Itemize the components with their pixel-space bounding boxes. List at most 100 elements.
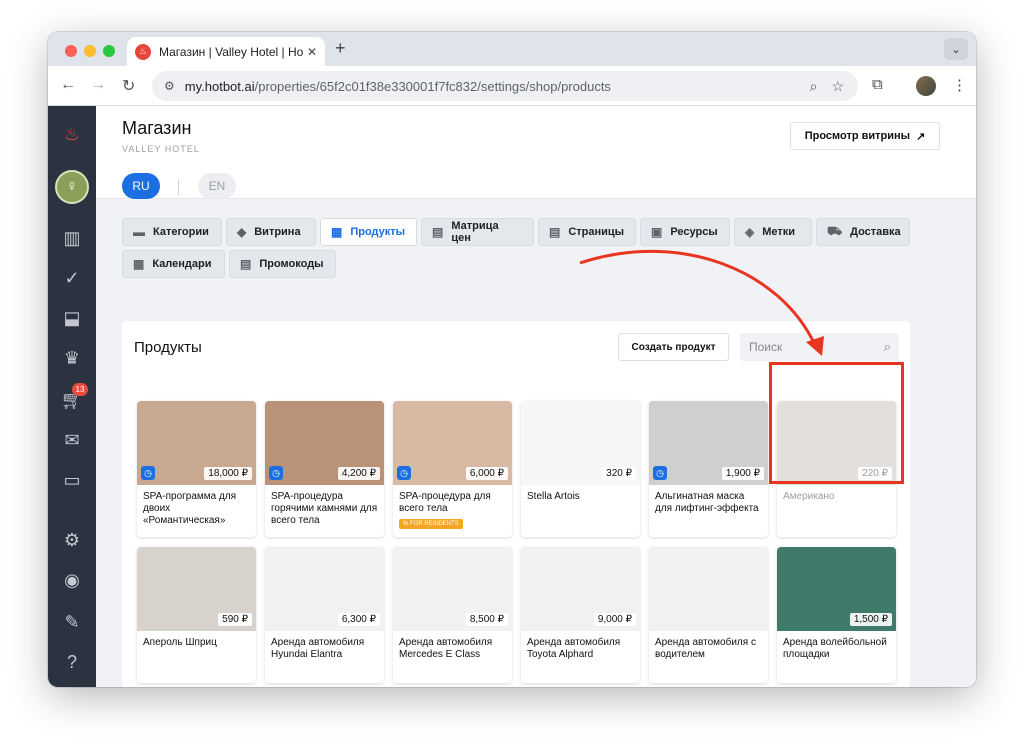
create-product-button[interactable]: Создать продукт	[618, 333, 729, 361]
lang-divider	[178, 179, 179, 195]
close-window-button[interactable]	[65, 45, 77, 57]
tab-label: Промокоды	[259, 258, 324, 270]
help-icon[interactable]: ?	[60, 650, 84, 674]
bookmark-star-icon[interactable]: ☆	[831, 78, 844, 95]
tab-promocodes[interactable]: ▤ Промокоды	[229, 250, 336, 278]
close-tab-icon[interactable]: ✕	[307, 45, 317, 59]
maximize-window-button[interactable]	[103, 45, 115, 57]
product-card[interactable]: Аренда автомобиля с водителем	[649, 547, 768, 683]
user-icon[interactable]: ◉	[60, 568, 84, 592]
tag-icon: ◈	[745, 225, 755, 239]
address-bar[interactable]: ⚙ my.hotbot.ai/properties/65f2c01f38e330…	[152, 71, 858, 101]
product-name: Stella Artois	[527, 491, 580, 502]
product-name: Аренда автомобиля Toyota Alphard	[527, 637, 621, 660]
minimize-window-button[interactable]	[84, 45, 96, 57]
tab-storefront[interactable]: ◆ Витрина	[226, 218, 316, 246]
crown-icon[interactable]: ♛	[60, 346, 84, 370]
product-price: 1,500 ₽	[849, 613, 892, 626]
tab-resources[interactable]: ▣ Ресурсы	[640, 218, 730, 246]
check-circle-icon[interactable]: ✓	[60, 266, 84, 290]
mail-icon[interactable]: ✉	[60, 428, 84, 452]
tab-label: Метки	[762, 226, 796, 238]
product-card[interactable]: 590 ₽ Апероль Шприц	[137, 547, 256, 683]
products-title: Продукты	[134, 339, 202, 356]
tab-tags[interactable]: ◈ Метки	[734, 218, 812, 246]
product-card[interactable]: ◷ 6,000 ₽ SPA-процедура для всего тела % FO…	[393, 401, 512, 537]
clock-icon: ◷	[653, 466, 667, 480]
browser-toolbar: ← → ↻ ⚙ my.hotbot.ai/properties/65f2c01f…	[48, 66, 976, 106]
fire-icon[interactable]: ♨	[60, 122, 84, 146]
view-storefront-button[interactable]: Просмотр витрины ↗	[790, 122, 940, 150]
page-title: Магазин	[122, 118, 192, 138]
lang-ru-button[interactable]: RU	[122, 173, 160, 199]
back-arrow-icon[interactable]: ←	[60, 76, 76, 94]
product-price: 6,300 ₽	[337, 613, 380, 626]
product-name: SPA-процедура для всего тела	[399, 491, 491, 514]
external-arrow-icon: ↗	[916, 130, 926, 143]
product-name: SPA-процедура горячими камнями для всего…	[271, 491, 378, 526]
product-price: 320 ₽	[602, 467, 636, 480]
url-host: my.hotbot.ai	[184, 78, 255, 94]
calendar-icon: ▦	[133, 257, 145, 271]
tab-price-matrix[interactable]: ▤ Матрица цен	[421, 218, 534, 246]
clock-icon: ◷	[141, 466, 155, 480]
storefront-icon: ◆	[237, 225, 247, 239]
categories-icon: ▬	[133, 225, 145, 239]
product-name: Аренда автомобиля с водителем	[655, 637, 756, 660]
product-card[interactable]: 1,500 ₽ Аренда волейбольной площадки	[777, 547, 896, 683]
tab-products[interactable]: ▦ Продукты	[320, 218, 417, 246]
chart-icon[interactable]: ▥	[60, 226, 84, 250]
browser-tab[interactable]: ♨ Магазин | Valley Hotel | Hotb ✕	[127, 37, 325, 66]
product-name: SPA-программа для двоих «Романтическая»	[143, 491, 237, 526]
tab-label: Календари	[152, 258, 212, 270]
product-price: 8,500 ₽	[465, 613, 508, 626]
product-name: Аренда волейбольной площадки	[783, 637, 887, 660]
browser-menu-icon[interactable]: ⋮	[952, 76, 967, 94]
chat-icon[interactable]: ▭	[60, 468, 84, 492]
tab-categories[interactable]: ▬ Категории	[122, 218, 222, 246]
tab-delivery[interactable]: ⛟ Доставка	[816, 218, 910, 246]
clock-icon: ◷	[269, 466, 283, 480]
inbox-icon[interactable]: ⬓	[60, 306, 84, 330]
product-name: Альгинатная маска для лифтинг-эффекта	[655, 491, 759, 514]
product-image	[649, 547, 768, 631]
tab-pages[interactable]: ▤ Страницы	[538, 218, 636, 246]
page-header: Магазин VALLEY HOTEL Просмотр витрины ↗ …	[96, 106, 976, 199]
product-card[interactable]: 8,500 ₽ Аренда автомобиля Mercedes E Clas…	[393, 547, 512, 683]
product-card[interactable]: ◷ 18,000 ₽ SPA-программа для двоих «Романт…	[137, 401, 256, 537]
site-settings-icon[interactable]: ⚙	[164, 79, 175, 93]
tab-calendars[interactable]: ▦ Календари	[122, 250, 225, 278]
product-card[interactable]: 9,000 ₽ Аренда автомобиля Toyota Alphard	[521, 547, 640, 683]
tab-strip: ♨ Магазин | Valley Hotel | Hotb ✕ + ⌄	[48, 32, 976, 66]
tab-label: Витрина	[254, 226, 301, 238]
app-sidebar: ♨ ♀ ▥ ✓ ⬓ ♛ 🛒︎ 13 ✉ ▭ ⚙ ◉ ✎ ?	[48, 106, 96, 687]
url-text[interactable]: my.hotbot.ai/properties/65f2c01f38e33000…	[185, 79, 810, 94]
tab-label: Категории	[153, 226, 209, 238]
new-tab-button[interactable]: +	[335, 38, 346, 59]
product-card[interactable]: ◷ 4,200 ₽ SPA-процедура горячими камнями д…	[265, 401, 384, 537]
tab-search-button[interactable]: ⌄	[944, 38, 968, 60]
tab-label: Страницы	[568, 226, 625, 238]
product-card[interactable]: ◷ 1,900 ₽ Альгинатная маска для лифтинг-эф…	[649, 401, 768, 537]
product-name: Американо	[783, 491, 835, 502]
profile-avatar[interactable]	[916, 76, 936, 96]
zoom-icon[interactable]: ⌕	[810, 78, 818, 95]
forward-arrow-icon[interactable]: →	[90, 76, 106, 94]
hotel-logo-avatar[interactable]: ♀	[55, 170, 89, 204]
tab-title: Магазин | Valley Hotel | Hotb	[159, 44, 303, 59]
search-input[interactable]: Поиск ⌕	[740, 333, 899, 361]
products-grid-icon: ▦	[331, 225, 343, 239]
annotation-highlight-box	[769, 362, 904, 484]
product-price: 18,000 ₽	[204, 467, 252, 480]
product-name: Аренда автомобиля Hyundai Elantra	[271, 637, 365, 660]
extensions-icon[interactable]: ⧉	[872, 76, 883, 93]
reload-icon[interactable]: ↻	[122, 76, 135, 96]
cart-badge: 13	[72, 383, 88, 396]
lang-en-button[interactable]: EN	[198, 173, 236, 199]
product-card[interactable]: 320 ₽ Stella Artois	[521, 401, 640, 537]
tab-label: Доставка	[850, 226, 901, 238]
gear-icon[interactable]: ⚙	[60, 528, 84, 552]
pencil-icon[interactable]: ✎	[60, 610, 84, 634]
settings-tabs-row-1: ▬ Категории ◆ Витрина ▦ Продукты ▤ Матрица ц…	[122, 218, 910, 246]
product-card[interactable]: 6,300 ₽ Аренда автомобиля Hyundai Elantra	[265, 547, 384, 683]
